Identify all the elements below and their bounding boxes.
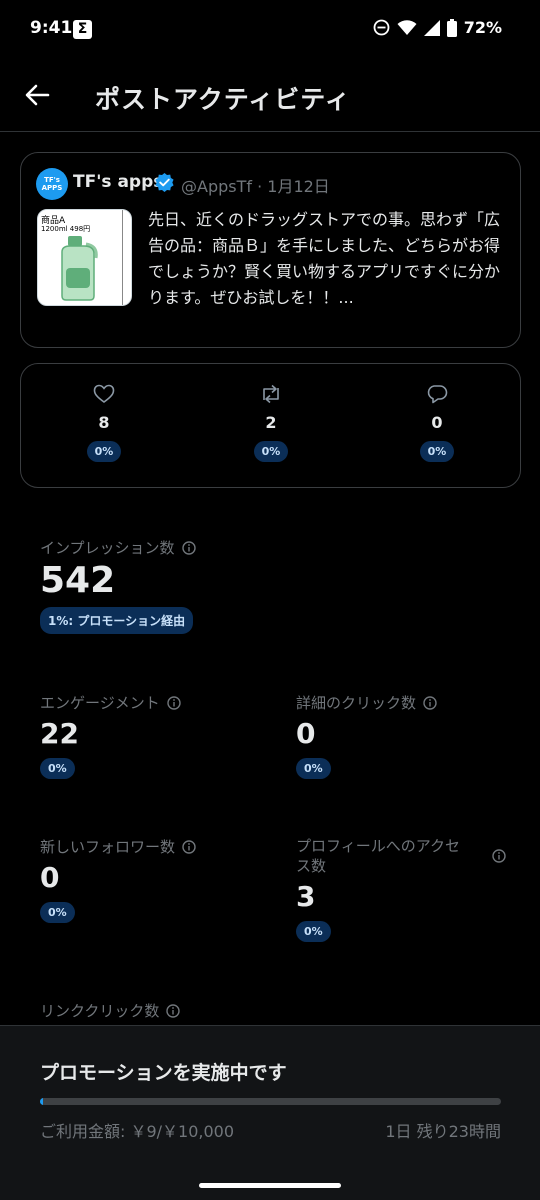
engagements-label: エンゲージメント [40, 692, 181, 713]
battery-percent: 72% [463, 18, 502, 37]
detail-clicks-label: 詳細のクリック数 [296, 692, 437, 713]
detail-clicks-metric: 詳細のクリック数 0 0% [296, 692, 437, 779]
engagements-metric: エンゲージメント 22 0% [40, 692, 181, 779]
profile-visits-label-line1: プロフィールへのアクセ [296, 837, 460, 855]
verified-badge-icon [155, 172, 174, 193]
likes-percent-badge: 0% [86, 441, 122, 462]
spend-amount: ご利用金額: ￥9/￥10,000 [40, 1122, 235, 1141]
status-time: 9:41 [30, 18, 73, 38]
new-followers-percent-badge: 0% [40, 902, 75, 923]
info-icon[interactable] [181, 540, 196, 555]
profile-visits-value: 3 [296, 880, 316, 913]
time-remaining: 1日 残り23時間 [385, 1122, 501, 1141]
media-label-price: 1200ml 498円 [41, 225, 91, 233]
promotion-share-badge: 1%: プロモーション経由 [40, 607, 194, 634]
new-followers-label-text: 新しいフォロワー数 [40, 838, 176, 856]
link-clicks-metric: リンククリック数 [40, 1000, 181, 1021]
author-name[interactable]: TF's apps [73, 172, 163, 192]
back-arrow-icon[interactable] [22, 80, 52, 110]
media-divider [122, 210, 123, 305]
profile-visits-label-text: プロフィールへのアクセ ス数 [296, 836, 460, 876]
reply-icon [427, 385, 448, 404]
profile-visits-label: プロフィールへのアクセ ス数 [296, 836, 506, 876]
info-icon[interactable] [167, 695, 181, 710]
heart-icon [93, 384, 115, 403]
engagements-label-text: エンゲージメント [40, 694, 160, 712]
app-bar: ポストアクティビティ [0, 60, 540, 132]
replies-stat: 0 0% [407, 384, 467, 462]
profile-visits-label-line2: ス数 [296, 857, 327, 875]
reposts-percent-badge: 0% [253, 441, 289, 462]
media-thumbnail[interactable]: 商品A 1200ml 498円 [37, 209, 132, 306]
impressions-label: インプレッション数 [40, 537, 196, 558]
info-icon[interactable] [166, 1003, 181, 1018]
do-not-disturb-icon [373, 19, 390, 36]
sigma-notification-icon: Σ [73, 20, 92, 39]
impressions-label-text: インプレッション数 [40, 539, 175, 557]
info-icon[interactable] [423, 695, 437, 710]
detergent-bottle-icon [61, 236, 98, 301]
tweet-card[interactable]: TF's APPS TF's apps @AppsTf · 1月12日 商品A … [20, 152, 521, 348]
engagements-value: 22 [40, 717, 79, 750]
promotion-title: プロモーションを実施中です [40, 1062, 287, 1084]
promotion-progress-bar [40, 1098, 501, 1105]
info-icon[interactable] [182, 839, 196, 854]
home-indicator[interactable] [199, 1183, 341, 1188]
promotion-progress-fill [40, 1098, 43, 1105]
new-followers-metric: 新しいフォロワー数 0 0% [40, 836, 196, 923]
replies-percent-badge: 0% [419, 441, 455, 462]
new-followers-value: 0 [40, 861, 60, 894]
reposts-count: 2 [265, 413, 277, 432]
detail-clicks-value: 0 [296, 717, 316, 750]
link-clicks-label: リンククリック数 [40, 1000, 181, 1021]
status-bar: 9:41 Σ 72% [0, 0, 540, 60]
promotion-panel[interactable]: プロモーションを実施中です ご利用金額: ￥9/￥10,000 1日 残り23時… [0, 1025, 540, 1200]
likes-stat: 8 0% [74, 384, 134, 462]
likes-count: 8 [98, 413, 110, 432]
impressions-metric: インプレッション数 542 1%: プロモーション経由 [40, 537, 196, 634]
profile-visits-metric: プロフィールへのアクセ ス数 3 0% [296, 836, 506, 942]
status-icons: 72% [373, 18, 502, 37]
reposts-stat: 2 0% [241, 384, 301, 462]
detail-clicks-percent-badge: 0% [296, 758, 331, 779]
detail-clicks-label-text: 詳細のクリック数 [296, 694, 417, 712]
engagement-summary-card: 8 0% 2 0% 0 0% [20, 363, 521, 488]
tweet-text: 先日、近くのドラッグストアでの事。思わず「広告の品：商品Ｂ」を手にしました、どち… [148, 210, 501, 307]
profile-visits-percent-badge: 0% [296, 921, 331, 942]
wifi-icon [397, 19, 417, 35]
link-clicks-label-text: リンククリック数 [40, 1002, 160, 1020]
cell-signal-icon [423, 19, 440, 36]
new-followers-label: 新しいフォロワー数 [40, 836, 196, 857]
engagements-percent-badge: 0% [40, 758, 75, 779]
replies-count: 0 [431, 413, 443, 432]
repost-icon [263, 384, 279, 404]
avatar[interactable]: TF's APPS [36, 168, 68, 200]
impressions-value: 542 [40, 560, 116, 601]
page-title: ポストアクティビティ [95, 85, 351, 114]
battery-icon [446, 18, 457, 37]
handle-date: @AppsTf · 1月12日 [181, 177, 330, 196]
info-icon[interactable] [492, 849, 506, 863]
